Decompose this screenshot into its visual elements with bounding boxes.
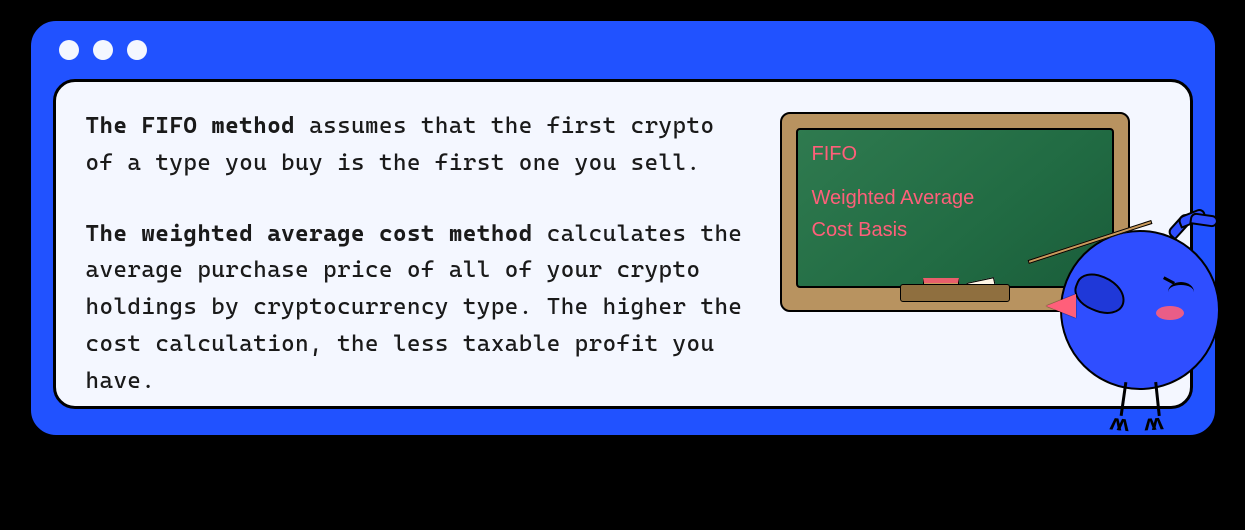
content-panel: The FIFO method assumes that the first c… xyxy=(53,79,1193,409)
paragraph-weighted-average: The weighted average cost method calcula… xyxy=(86,216,752,400)
paragraph-fifo: The FIFO method assumes that the first c… xyxy=(86,108,752,182)
card-wrapper: The FIFO method assumes that the first c… xyxy=(28,18,1218,438)
bird-cheek xyxy=(1156,306,1184,320)
bird-foot: ʌʌ xyxy=(1143,410,1159,437)
weighted-average-label: The weighted average cost method xyxy=(86,221,533,247)
bird-eye xyxy=(1168,282,1194,302)
titlebar xyxy=(31,21,1215,79)
chalk-tray xyxy=(900,284,1010,302)
bird-foot: ʌʌ xyxy=(1108,409,1125,436)
bird-beak xyxy=(1046,294,1076,318)
window-control-dot xyxy=(93,40,113,60)
bird-body xyxy=(1060,230,1220,390)
window-control-dot xyxy=(127,40,147,60)
window-control-dot xyxy=(59,40,79,60)
fifo-method-label: The FIFO method xyxy=(86,113,296,139)
text-column: The FIFO method assumes that the first c… xyxy=(86,108,752,380)
browser-window: The FIFO method assumes that the first c… xyxy=(28,18,1218,438)
chalkboard-line-1: FIFO xyxy=(812,138,1102,170)
illustration-column: FIFO Weighted Average Cost Basis xyxy=(780,108,1160,380)
bird-mascot: ʌʌ ʌʌ xyxy=(1048,196,1238,436)
